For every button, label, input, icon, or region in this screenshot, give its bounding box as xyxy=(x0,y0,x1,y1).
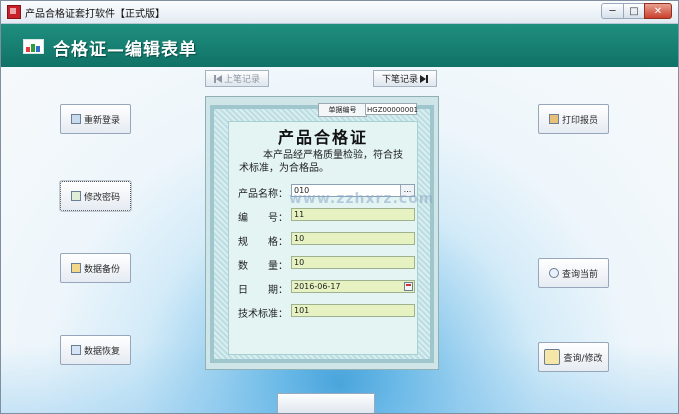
certificate-panel: 单据编号 HGZ00000001 产品合格证 本产品经严格质量检验，符合技术标准… xyxy=(205,96,439,370)
next-record-button[interactable]: 下笔记录 xyxy=(373,70,437,87)
printer-icon xyxy=(548,114,559,124)
restore-icon xyxy=(70,345,81,355)
change-password-label: 修改密码 xyxy=(83,192,120,203)
next-record-label: 下笔记录 xyxy=(381,75,418,85)
standard-label: 技术标准： xyxy=(238,309,288,320)
print-report-label: 打印报员 xyxy=(561,115,598,126)
search-icon xyxy=(548,268,559,278)
search-large-icon xyxy=(544,349,561,365)
bar-chart-icon xyxy=(23,39,44,54)
data-restore-label: 数据恢复 xyxy=(83,346,120,357)
data-restore-button[interactable]: 数据恢复 xyxy=(60,335,131,365)
relogin-button[interactable]: 重新登录 xyxy=(60,104,131,134)
prev-record-button[interactable]: 上笔记录 xyxy=(205,70,269,87)
login-icon xyxy=(70,114,81,124)
data-backup-label: 数据备份 xyxy=(83,264,120,275)
page-title: 合格证—编辑表单 xyxy=(53,40,197,60)
calendar-icon[interactable] xyxy=(404,282,413,291)
date-value: 2016-06-17 xyxy=(294,282,341,291)
certificate-title: 产品合格证 xyxy=(277,128,368,147)
print-report-button[interactable]: 打印报员 xyxy=(538,104,609,134)
prev-record-label: 上笔记录 xyxy=(223,75,260,85)
code-field[interactable]: 11 xyxy=(291,208,415,221)
product-name-label: 产品名称： xyxy=(238,189,288,200)
spec-label: 规 格： xyxy=(238,237,288,248)
title-bar[interactable]: 产品合格证套打软件【正式版】 ─ □ ✕ xyxy=(1,1,678,24)
query-current-button[interactable]: 查询当前 xyxy=(538,258,609,288)
serial-label: 单据编号 xyxy=(318,103,367,117)
app-logo-icon xyxy=(7,5,21,19)
code-label: 编 号： xyxy=(238,213,288,224)
change-password-button[interactable]: 修改密码 xyxy=(59,180,132,212)
relogin-label: 重新登录 xyxy=(83,115,120,126)
window-title: 产品合格证套打软件【正式版】 xyxy=(25,9,165,20)
spec-field[interactable]: 10 xyxy=(291,232,415,245)
query-modify-button[interactable]: 查询/修改 xyxy=(538,342,609,372)
minimize-button[interactable]: ─ xyxy=(601,3,624,19)
query-modify-label: 查询/修改 xyxy=(563,353,603,364)
backup-icon xyxy=(70,263,81,273)
quantity-label: 数 量： xyxy=(238,261,288,272)
app-window: 产品合格证套打软件【正式版】 ─ □ ✕ 合格证—编辑表单 上笔记录 下笔记录 … xyxy=(0,0,679,414)
save-button[interactable] xyxy=(277,393,375,413)
maximize-button[interactable]: □ xyxy=(623,3,645,19)
serial-field[interactable]: HGZ00000001 xyxy=(365,103,418,115)
data-backup-button[interactable]: 数据备份 xyxy=(60,253,131,283)
query-current-label: 查询当前 xyxy=(561,269,598,280)
date-label: 日 期： xyxy=(238,285,288,296)
date-field[interactable]: 2016-06-17 xyxy=(291,280,415,293)
quantity-field[interactable]: 10 xyxy=(291,256,415,269)
watermark-text: www.zzhxrz.com xyxy=(289,191,435,207)
form-header: 合格证—编辑表单 xyxy=(1,24,678,67)
key-user-icon xyxy=(70,191,81,201)
standard-field[interactable]: 101 xyxy=(291,304,415,317)
triangle-left-icon xyxy=(215,74,222,83)
certificate-description: 本产品经严格质量检验，符合技术标准，为合格品。 xyxy=(239,150,403,174)
last-bar-icon xyxy=(426,74,428,83)
close-button[interactable]: ✕ xyxy=(644,3,672,19)
